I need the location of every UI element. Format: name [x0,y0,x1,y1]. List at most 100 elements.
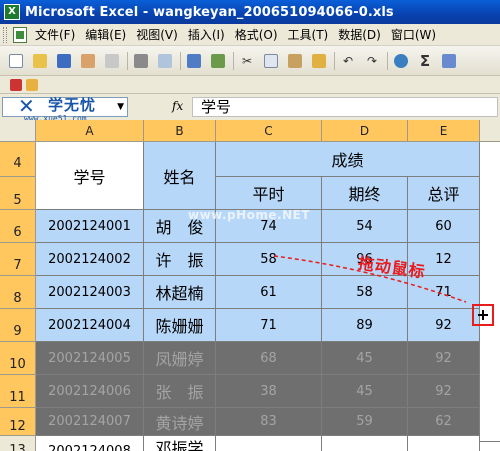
cell-name-selected[interactable]: 凤姗婷 [144,342,216,375]
menu-view[interactable]: 视图(V) [136,26,178,43]
open-icon[interactable] [30,51,50,71]
column-header-c[interactable]: C [216,120,322,142]
new-icon[interactable] [6,51,26,71]
cell-final[interactable]: 54 [322,210,408,243]
site-watermark: www.pHome.NET [188,208,311,222]
cell-regular[interactable]: 71 [216,309,322,342]
spelling-icon[interactable] [184,51,204,71]
header-student-id[interactable]: 学号 [36,142,144,210]
hyperlink-icon[interactable] [391,51,411,71]
toolbar-option-icon[interactable] [26,79,38,91]
cell-final-selected[interactable]: 59 [322,408,408,436]
toolbar-separator [334,51,335,70]
menu-format[interactable]: 格式(O) [235,26,278,43]
excel-icon: X [4,4,20,20]
save-icon[interactable] [54,51,74,71]
cell-regular[interactable] [216,436,322,451]
email-icon[interactable] [102,51,122,71]
cell-total[interactable]: 60 [408,210,480,243]
header-grades[interactable]: 成绩 [216,142,480,177]
column-header-d[interactable]: D [322,120,408,142]
paste-icon[interactable] [285,51,305,71]
row-header-4[interactable]: 4 [0,142,36,177]
cell-final[interactable] [322,436,408,451]
secondary-toolbar [0,76,500,94]
cell-name[interactable]: 邓振学 [144,436,216,451]
redo-icon[interactable]: ↷ [362,51,382,71]
cell-regular-selected[interactable]: 83 [216,408,322,436]
header-final[interactable]: 期终 [322,177,408,210]
row-header-8[interactable]: 8 [0,276,36,309]
fx-icon[interactable]: fx [172,99,183,113]
cell-id-selected[interactable]: 2002124005 [36,342,144,375]
cell-final-selected[interactable]: 45 [322,342,408,375]
cell-name[interactable]: 许 振 [144,243,216,276]
cell-name-selected[interactable]: 黄诗婷 [144,408,216,436]
cell-final[interactable]: 89 [322,309,408,342]
cell-total[interactable] [408,436,480,451]
menu-file[interactable]: 文件(F) [35,26,75,43]
cell-regular-selected[interactable]: 68 [216,342,322,375]
row-header-10[interactable]: 10 [0,342,36,375]
cell-id[interactable]: 2002124002 [36,243,144,276]
sort-ascending-icon[interactable] [439,51,459,71]
cell-name[interactable]: 林超楠 [144,276,216,309]
select-all-corner[interactable] [0,120,36,142]
cell-id[interactable]: 2002124008 [36,436,144,451]
cell-total-selected[interactable]: 92 [408,342,480,375]
column-header-e[interactable]: E [408,120,480,142]
title-bar: X Microsoft Excel - wangkeyan_2006510940… [0,0,500,24]
row-header-6[interactable]: 6 [0,210,36,243]
toolbar-option-icon[interactable] [10,79,22,91]
crosshair-cursor-icon [478,310,488,320]
print-icon[interactable] [131,51,151,71]
copy-icon[interactable] [261,51,281,71]
autosum-icon[interactable]: Σ [415,51,435,71]
toolbar-separator [127,51,128,70]
row-header-7[interactable]: 7 [0,243,36,276]
cell-regular-selected[interactable]: 38 [216,375,322,408]
menu-insert[interactable]: 插入(I) [188,26,225,43]
grip-handle[interactable] [3,26,7,43]
cell-id[interactable]: 2002124004 [36,309,144,342]
column-header-a[interactable]: A [36,120,144,142]
window-title: Microsoft Excel - wangkeyan_200651094066… [25,4,394,20]
formula-input[interactable]: 学号 [192,97,498,117]
print-preview-icon[interactable] [155,51,175,71]
menu-bar: 文件(F) 编辑(E) 视图(V) 插入(I) 格式(O) 工具(T) 数据(D… [0,24,500,46]
cell-id-selected[interactable]: 2002124006 [36,375,144,408]
row-header-13[interactable]: 13 [0,436,36,451]
cell-total[interactable]: 92 [408,309,480,342]
research-icon[interactable] [208,51,228,71]
menu-data[interactable]: 数据(D) [338,26,381,43]
column-header-b[interactable]: B [144,120,216,142]
menu-tools[interactable]: 工具(T) [288,26,329,43]
menu-edit[interactable]: 编辑(E) [85,26,126,43]
permission-icon[interactable] [78,51,98,71]
column-header-f[interactable] [480,120,500,142]
cell-name-selected[interactable]: 张 振 [144,375,216,408]
format-painter-icon[interactable] [309,51,329,71]
logo-mark-icon: ✕ [18,94,35,118]
cut-icon[interactable]: ✂ [237,51,257,71]
row-header-12[interactable]: 12 [0,408,36,436]
toolbar-separator [180,51,181,70]
cell-final-selected[interactable]: 45 [322,375,408,408]
undo-icon[interactable]: ↶ [338,51,358,71]
header-total[interactable]: 总评 [408,177,480,210]
row-header-9[interactable]: 9 [0,309,36,342]
row-header-11[interactable]: 11 [0,375,36,408]
cell-id[interactable]: 2002124001 [36,210,144,243]
cell-id-selected[interactable]: 2002124007 [36,408,144,436]
cell-total-selected[interactable]: 62 [408,408,480,436]
empty-column-f[interactable] [480,142,500,442]
row-header-5[interactable]: 5 [0,177,36,210]
workbook-icon[interactable] [13,26,27,43]
menu-window[interactable]: 窗口(W) [391,26,436,43]
header-name[interactable]: 姓名 [144,142,216,210]
toolbar-separator [387,51,388,70]
header-regular[interactable]: 平时 [216,177,322,210]
cell-id[interactable]: 2002124003 [36,276,144,309]
cell-total-selected[interactable]: 92 [408,375,480,408]
cell-name[interactable]: 陈姗姗 [144,309,216,342]
